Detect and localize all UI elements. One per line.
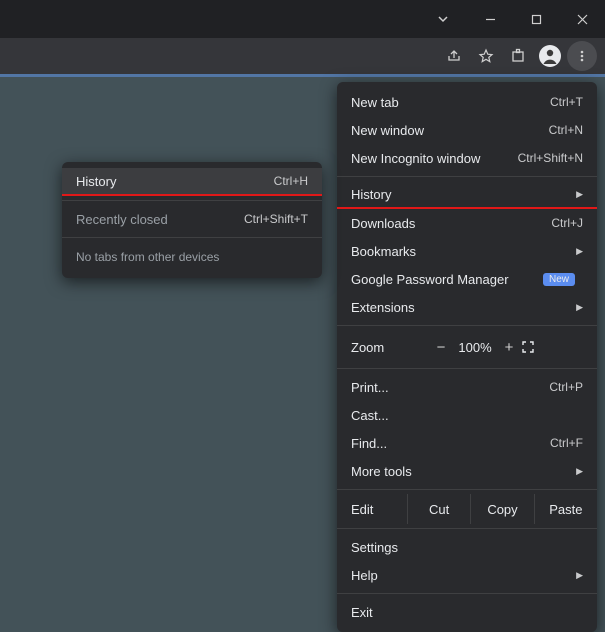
menu-downloads[interactable]: Downloads Ctrl+J <box>337 209 597 237</box>
menu-label: Extensions <box>351 300 415 315</box>
zoom-label: Zoom <box>351 340 429 355</box>
menu-zoom-row: Zoom − 100% + <box>337 330 597 364</box>
menu-separator <box>337 489 597 490</box>
menu-separator <box>337 325 597 326</box>
menu-label: Settings <box>351 540 398 555</box>
zoom-in-button[interactable]: + <box>497 339 521 356</box>
new-badge: New <box>543 273 575 286</box>
submenu-arrow-icon: ▶ <box>576 246 583 257</box>
main-overflow-menu: New tab Ctrl+T New window Ctrl+N New Incog… <box>337 82 597 632</box>
menu-separator <box>337 368 597 369</box>
minimize-button[interactable] <box>467 0 513 38</box>
fullscreen-icon[interactable] <box>521 340 549 354</box>
zoom-out-button[interactable]: − <box>429 339 453 356</box>
submenu-arrow-icon: ▶ <box>576 302 583 313</box>
menu-label: Google Password Manager <box>351 272 509 287</box>
menu-label: New tab <box>351 95 399 110</box>
shortcut-text: Ctrl+F <box>550 436 583 450</box>
close-button[interactable] <box>559 0 605 38</box>
menu-history[interactable]: History ▶ <box>337 181 597 209</box>
menu-label: Downloads <box>351 216 415 231</box>
edit-label: Edit <box>337 502 407 517</box>
extensions-puzzle-icon[interactable] <box>503 41 533 71</box>
shortcut-text: Ctrl+Shift+N <box>518 151 583 165</box>
menu-find[interactable]: Find... Ctrl+F <box>337 429 597 457</box>
share-icon[interactable] <box>439 41 469 71</box>
edit-cut-button[interactable]: Cut <box>407 494 470 524</box>
submenu-recently-closed[interactable]: Recently closed Ctrl+Shift+T <box>62 205 322 233</box>
menu-separator <box>337 593 597 594</box>
shortcut-text: Ctrl+P <box>549 380 583 394</box>
menu-password-manager[interactable]: Google Password Manager New <box>337 265 597 293</box>
menu-bookmarks[interactable]: Bookmarks ▶ <box>337 237 597 265</box>
menu-label: Recently closed <box>76 212 168 227</box>
menu-label: History <box>351 187 391 202</box>
submenu-arrow-icon: ▶ <box>576 570 583 581</box>
bookmark-star-icon[interactable] <box>471 41 501 71</box>
menu-label: Print... <box>351 380 389 395</box>
menu-label: New window <box>351 123 424 138</box>
menu-label: Find... <box>351 436 387 451</box>
shortcut-text: Ctrl+J <box>551 216 583 230</box>
menu-label: Cast... <box>351 408 389 423</box>
menu-extensions[interactable]: Extensions ▶ <box>337 293 597 321</box>
menu-separator <box>337 528 597 529</box>
menu-help[interactable]: Help ▶ <box>337 561 597 589</box>
shortcut-text: Ctrl+T <box>550 95 583 109</box>
history-submenu: History Ctrl+H Recently closed Ctrl+Shift+… <box>62 162 322 278</box>
submenu-history[interactable]: History Ctrl+H <box>62 168 322 196</box>
menu-separator <box>337 176 597 177</box>
menu-label: New Incognito window <box>351 151 480 166</box>
menu-label: Exit <box>351 605 373 620</box>
menu-label: Bookmarks <box>351 244 416 259</box>
shortcut-text: Ctrl+H <box>274 174 308 188</box>
menu-separator <box>62 237 322 238</box>
submenu-arrow-icon: ▶ <box>576 189 583 200</box>
window-titlebar <box>0 0 605 38</box>
submenu-arrow-icon: ▶ <box>576 466 583 477</box>
tab-search-chevron-icon[interactable] <box>423 4 463 34</box>
menu-cast[interactable]: Cast... <box>337 401 597 429</box>
menu-print[interactable]: Print... Ctrl+P <box>337 373 597 401</box>
menu-new-incognito[interactable]: New Incognito window Ctrl+Shift+N <box>337 144 597 172</box>
shortcut-text: Ctrl+Shift+T <box>244 212 308 226</box>
menu-label: More tools <box>351 464 412 479</box>
menu-edit-row: Edit Cut Copy Paste <box>337 494 597 524</box>
edit-paste-button[interactable]: Paste <box>534 494 597 524</box>
menu-settings[interactable]: Settings <box>337 533 597 561</box>
submenu-no-tabs-text: No tabs from other devices <box>62 242 322 272</box>
menu-new-window[interactable]: New window Ctrl+N <box>337 116 597 144</box>
menu-exit[interactable]: Exit <box>337 598 597 626</box>
shortcut-text: Ctrl+N <box>549 123 583 137</box>
menu-separator <box>62 200 322 201</box>
menu-label: Help <box>351 568 378 583</box>
menu-more-tools[interactable]: More tools ▶ <box>337 457 597 485</box>
kebab-menu-icon[interactable] <box>567 41 597 71</box>
zoom-value: 100% <box>453 340 497 355</box>
menu-label: History <box>76 174 116 189</box>
edit-copy-button[interactable]: Copy <box>470 494 533 524</box>
browser-toolbar <box>0 38 605 74</box>
profile-avatar-icon[interactable] <box>535 41 565 71</box>
menu-new-tab[interactable]: New tab Ctrl+T <box>337 88 597 116</box>
maximize-button[interactable] <box>513 0 559 38</box>
